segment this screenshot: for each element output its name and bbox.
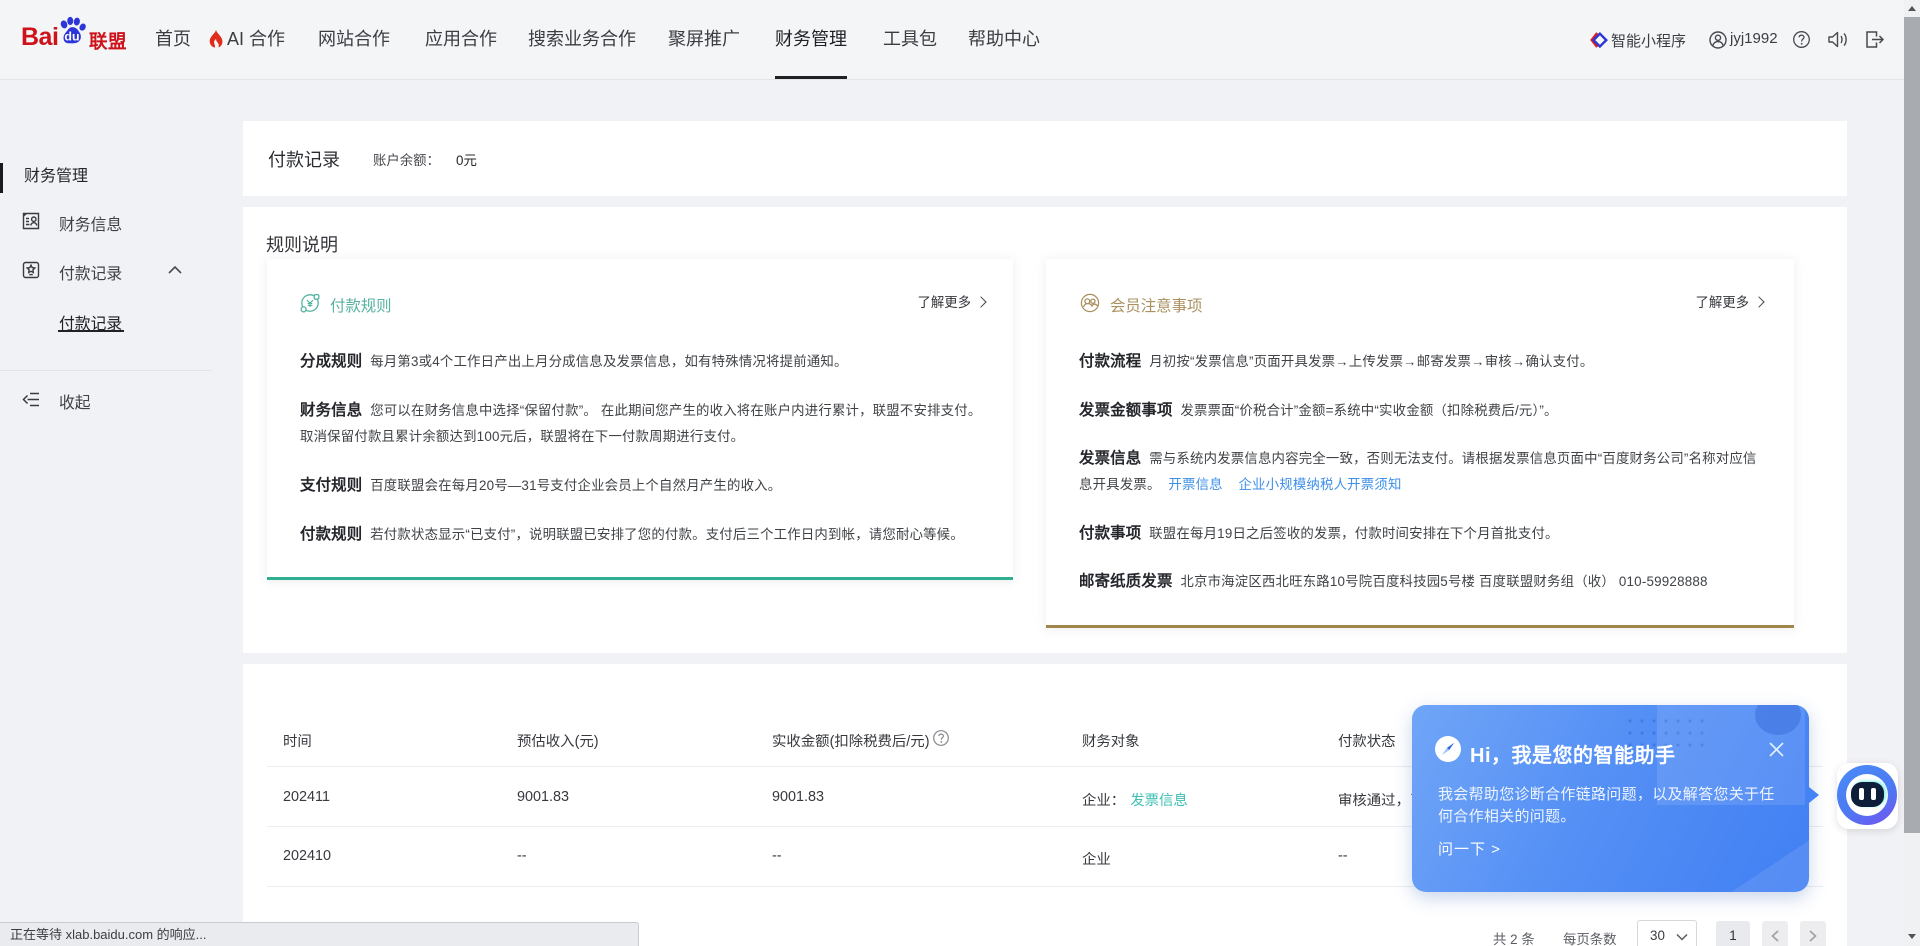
svg-text:du: du xyxy=(64,29,79,43)
